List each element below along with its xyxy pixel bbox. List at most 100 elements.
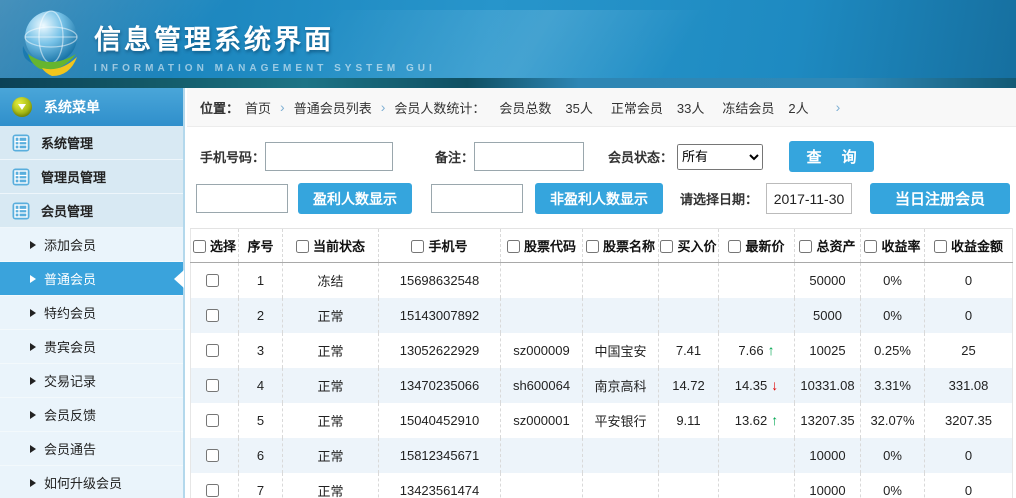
globe-logo-icon [16,6,90,85]
col-yield-rate-checkbox[interactable] [864,240,877,253]
sidebar-header-system-menu[interactable]: 系统菜单 [0,88,183,126]
triangle-bullet-icon [30,445,36,453]
cell-total-assets: 10025 [795,333,861,368]
col-yield-rate: 收益率 [861,229,925,263]
cell-last-price: 7.66↑ [719,333,795,368]
cell-last-price: 14.35↓ [719,368,795,403]
row-checkbox[interactable] [206,449,219,462]
stat-frozen-value: 2人 [788,98,808,117]
app-subtitle: INFORMATION MANAGEMENT SYSTEM GUI [94,63,436,74]
col-buy-price-checkbox[interactable] [660,240,673,253]
table-row: 6 正常 15812345671 10000 0% 0 [191,438,1013,473]
profit-count-input[interactable] [196,184,288,213]
date-input[interactable] [766,183,852,214]
sidebar-item-special-member[interactable]: 特约会员 [0,296,183,330]
col-buy-price: 买入价 [659,229,719,263]
cell-yield-amount: 0 [925,473,1013,498]
sidebar-item-label: 系统管理 [41,133,93,152]
today-registered-button[interactable]: 当日注册会员 [870,183,1010,214]
stat-normal-label: 正常会员 [611,98,663,117]
sidebar-item-member-notice[interactable]: 会员通告 [0,432,183,466]
row-checkbox[interactable] [206,414,219,427]
sidebar-header-label: 系统菜单 [44,97,100,117]
col-phone-checkbox[interactable] [411,240,424,253]
sidebar-item-admin-management[interactable]: 管理员管理 [0,160,183,194]
nonprofit-count-input[interactable] [431,184,523,213]
col-total-assets: 总资产 [795,229,861,263]
row-checkbox[interactable] [206,344,219,357]
cell-total-assets: 10000 [795,473,861,498]
sidebar-item-normal-member[interactable]: 普通会员 [0,262,183,296]
members-table: 选择 序号 当前状态 手机号 股票代码 股票名称 买入价 最新价 总资产 收益率… [190,228,1013,498]
col-yield-amount-checkbox[interactable] [934,240,947,253]
cell-buy-price [659,473,719,498]
cell-stock-code [501,263,583,298]
cell-stock-name [583,263,659,298]
sidebar-item-vip-member[interactable]: 贵宾会员 [0,330,183,364]
table-row: 3 正常 13052622929 sz000009 中国宝安 7.41 7.66… [191,333,1013,368]
cell-yield-rate: 3.31% [861,368,925,403]
sidebar-item-label: 会员通告 [44,439,96,458]
col-stock-code-checkbox[interactable] [507,240,520,253]
cell-yield-rate: 0% [861,473,925,498]
profit-display-button[interactable]: 盈利人数显示 [298,183,412,214]
cell-last-price [719,263,795,298]
row-checkbox[interactable] [206,484,219,497]
member-stats-label: 会员人数统计： [394,98,485,117]
app-title: 信息管理系统界面 [94,18,436,57]
trend-up-icon: ↑ [771,412,778,428]
cell-buy-price [659,263,719,298]
sidebar-item-label: 如何升级会员 [44,473,122,492]
phone-input[interactable] [265,142,393,171]
cell-stock-name [583,473,659,498]
row-checkbox[interactable] [206,379,219,392]
cell-index: 2 [239,298,283,333]
sidebar-item-add-member[interactable]: 添加会员 [0,228,183,262]
cell-yield-amount: 25 [925,333,1013,368]
note-input[interactable] [474,142,584,171]
main-content: 位置： 首页 › 普通会员列表 › 会员人数统计： 会员总数 35人 正常会员 … [187,88,1016,498]
cell-index: 7 [239,473,283,498]
table-row: 5 正常 15040452910 sz000001 平安银行 9.11 13.6… [191,403,1013,438]
sidebar-item-label: 贵宾会员 [44,337,96,356]
cell-stock-name: 平安银行 [583,403,659,438]
cell-last-price [719,298,795,333]
cell-status: 正常 [283,438,379,473]
sidebar-item-member-feedback[interactable]: 会员反馈 [0,398,183,432]
chevron-right-icon: › [280,99,285,115]
trend-up-icon: ↑ [768,342,775,358]
table-row: 1 冻结 15698632548 50000 0% 0 [191,263,1013,298]
cell-buy-price: 7.41 [659,333,719,368]
status-select[interactable]: 所有 [677,144,763,170]
cell-index: 6 [239,438,283,473]
cell-last-price [719,473,795,498]
col-status-checkbox[interactable] [296,240,309,253]
stat-normal-value: 33人 [677,98,704,117]
col-total-assets-checkbox[interactable] [799,240,812,253]
table-row: 4 正常 13470235066 sh600064 南京高科 14.72 14.… [191,368,1013,403]
trend-down-icon: ↓ [771,377,778,393]
stat-frozen-label: 冻结会员 [722,98,774,117]
search-button[interactable]: 查 询 [789,141,874,172]
table-grid-icon [12,168,30,186]
cell-stock-code [501,298,583,333]
table-grid-icon [12,202,30,220]
row-checkbox[interactable] [206,309,219,322]
cell-total-assets: 13207.35 [795,403,861,438]
nonprofit-display-button[interactable]: 非盈利人数显示 [535,183,663,214]
cell-total-assets: 10331.08 [795,368,861,403]
sidebar-item-system-management[interactable]: 系统管理 [0,126,183,160]
select-all-checkbox[interactable] [193,240,206,253]
breadcrumb-list-link[interactable]: 普通会员列表 [294,98,372,117]
cell-buy-price: 14.72 [659,368,719,403]
col-stock-code: 股票代码 [501,229,583,263]
cell-yield-amount: 0 [925,438,1013,473]
sidebar-item-transaction-records[interactable]: 交易记录 [0,364,183,398]
row-checkbox[interactable] [206,274,219,287]
col-stock-name-checkbox[interactable] [586,240,599,253]
breadcrumb-home-link[interactable]: 首页 [245,98,271,117]
cell-stock-code [501,438,583,473]
col-last-price-checkbox[interactable] [728,240,741,253]
sidebar-item-how-to-upgrade[interactable]: 如何升级会员 [0,466,183,498]
sidebar-item-member-management[interactable]: 会员管理 [0,194,183,228]
